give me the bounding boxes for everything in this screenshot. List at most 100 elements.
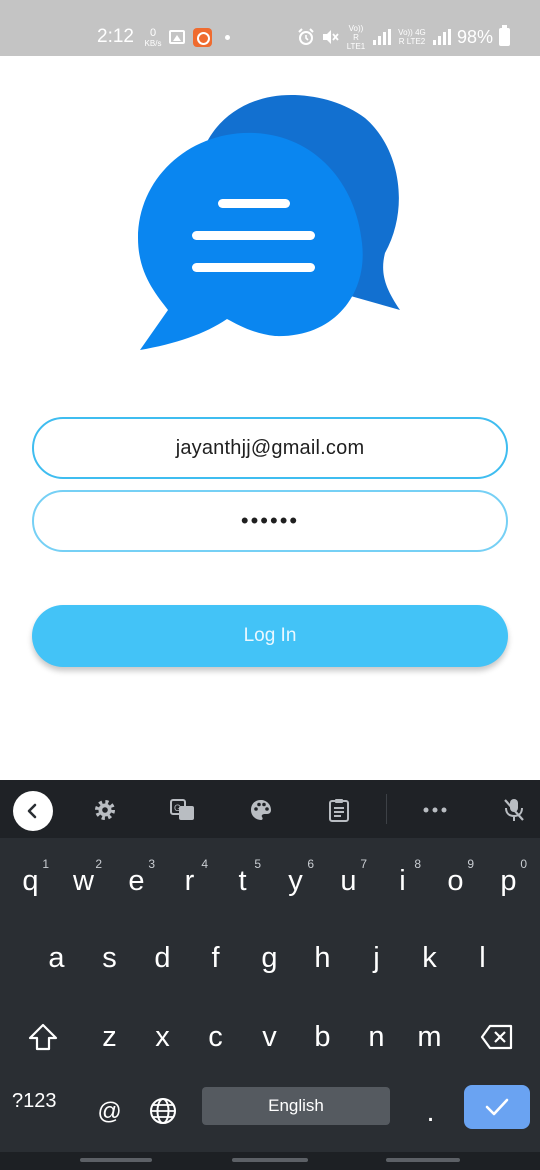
chat-logo-icon xyxy=(138,94,400,350)
nav-back-handle[interactable] xyxy=(386,1158,460,1162)
key-label: y xyxy=(288,864,303,897)
email-value: jayanthjj@gmail.com xyxy=(175,436,365,459)
toolbar-divider xyxy=(386,794,387,824)
mic-off-icon[interactable] xyxy=(496,792,532,828)
key-b[interactable]: b xyxy=(296,1002,349,1064)
key-label: r xyxy=(184,864,195,897)
nav-home-handle[interactable] xyxy=(232,1158,308,1162)
shift-key[interactable] xyxy=(16,1002,69,1064)
key-label: i xyxy=(399,864,406,897)
login-button-label: Log In xyxy=(243,625,297,646)
key-z[interactable]: z xyxy=(83,1002,136,1064)
key-label: w xyxy=(73,864,94,897)
key-label: l xyxy=(479,941,486,974)
key-label: t xyxy=(238,864,247,897)
key-g[interactable]: g xyxy=(243,923,296,985)
space-bar[interactable]: English xyxy=(202,1087,390,1125)
key-t[interactable]: 5t xyxy=(216,846,269,908)
sim2-label: Vo)) 4G R LTE2 xyxy=(398,28,426,46)
key-label: b xyxy=(314,1020,331,1053)
period-key[interactable]: . xyxy=(404,1077,457,1139)
key-label: m xyxy=(417,1020,442,1053)
key-hint: 2 xyxy=(95,857,102,871)
key-d[interactable]: d xyxy=(136,923,189,985)
key-i[interactable]: 8i xyxy=(376,846,429,908)
key-j[interactable]: j xyxy=(350,923,403,985)
key-r[interactable]: 4r xyxy=(163,846,216,908)
key-label: a xyxy=(48,941,65,974)
key-x[interactable]: x xyxy=(136,1002,189,1064)
clipboard-icon[interactable] xyxy=(321,792,357,828)
key-w[interactable]: 2w xyxy=(57,846,110,908)
chat-line-1 xyxy=(218,199,290,208)
key-label: p xyxy=(500,864,517,897)
key-s[interactable]: s xyxy=(83,923,136,985)
key-m[interactable]: m xyxy=(403,1002,456,1064)
enter-key[interactable] xyxy=(464,1085,530,1129)
key-p[interactable]: 0p xyxy=(482,846,535,908)
back-icon[interactable] xyxy=(13,791,53,831)
clock: 2:12 xyxy=(97,26,134,47)
key-hint: 4 xyxy=(201,857,208,871)
key-label: o xyxy=(447,864,464,897)
status-bar: 2:12 0 KB/s Vo)) R LTE1 Vo)) 4G R LTE2 9… xyxy=(0,0,540,56)
space-bar-label: English xyxy=(268,1096,324,1115)
backspace-key[interactable] xyxy=(470,1002,523,1064)
network-speed: 0 KB/s xyxy=(141,27,165,48)
language-key[interactable] xyxy=(136,1077,189,1139)
key-n[interactable]: n xyxy=(350,1002,403,1064)
status-right: Vo)) R LTE1 Vo)) 4G R LTE2 98% xyxy=(297,23,510,51)
key-h[interactable]: h xyxy=(296,923,349,985)
key-u[interactable]: 7u xyxy=(322,846,375,908)
key-k[interactable]: k xyxy=(403,923,456,985)
key-y[interactable]: 6y xyxy=(269,846,322,908)
svg-text:G: G xyxy=(174,803,181,813)
gallery-icon xyxy=(169,30,185,44)
key-label: q xyxy=(22,864,39,897)
key-hint: 5 xyxy=(254,857,261,871)
email-field[interactable]: jayanthjj@gmail.com xyxy=(32,417,508,479)
globe-icon xyxy=(149,1098,176,1124)
network-speed-unit: KB/s xyxy=(144,39,162,48)
battery-icon xyxy=(499,25,510,46)
key-hint: 7 xyxy=(360,857,367,871)
password-field[interactable]: •••••• xyxy=(32,490,508,552)
key-hint: 9 xyxy=(467,857,474,871)
mute-icon xyxy=(322,30,339,44)
key-label: v xyxy=(262,1020,277,1053)
key-label: g xyxy=(261,941,278,974)
more-icon[interactable] xyxy=(417,792,453,828)
nav-recent-handle[interactable] xyxy=(80,1158,152,1162)
translate-icon[interactable]: G xyxy=(165,792,201,828)
key-label: h xyxy=(314,941,331,974)
signal-icon xyxy=(372,29,391,45)
symbols-key[interactable]: ?123 xyxy=(12,1090,57,1113)
check-icon xyxy=(485,1098,509,1116)
key-hint: 0 xyxy=(520,857,527,871)
key-a[interactable]: a xyxy=(30,923,83,985)
key-e[interactable]: 3e xyxy=(110,846,163,908)
key-c[interactable]: c xyxy=(189,1002,242,1064)
chat-line-2 xyxy=(192,231,315,240)
key-hint: 6 xyxy=(307,857,314,871)
soft-keyboard: G 1q 2w 3e 4r 5t 6y 7u 8i 9o 0p a s d f … xyxy=(0,780,540,1170)
key-f[interactable]: f xyxy=(189,923,242,985)
login-button[interactable]: Log In xyxy=(32,605,508,667)
key-hint: 1 xyxy=(42,857,49,871)
key-label: @ xyxy=(97,1098,122,1125)
shift-icon xyxy=(28,1023,57,1051)
key-o[interactable]: 9o xyxy=(429,846,482,908)
key-label: f xyxy=(211,941,220,974)
battery-percent: 98% xyxy=(456,26,493,47)
key-v[interactable]: v xyxy=(243,1002,296,1064)
backspace-icon xyxy=(480,1024,512,1050)
theme-icon[interactable] xyxy=(243,792,279,828)
key-label: u xyxy=(340,864,357,897)
at-key[interactable]: @ xyxy=(83,1077,136,1139)
key-l[interactable]: l xyxy=(456,923,509,985)
sim1-label: Vo)) R LTE1 xyxy=(346,23,366,51)
settings-icon[interactable] xyxy=(87,792,123,828)
key-q[interactable]: 1q xyxy=(4,846,57,908)
key-label: . xyxy=(426,1095,435,1128)
key-label: e xyxy=(128,864,145,897)
